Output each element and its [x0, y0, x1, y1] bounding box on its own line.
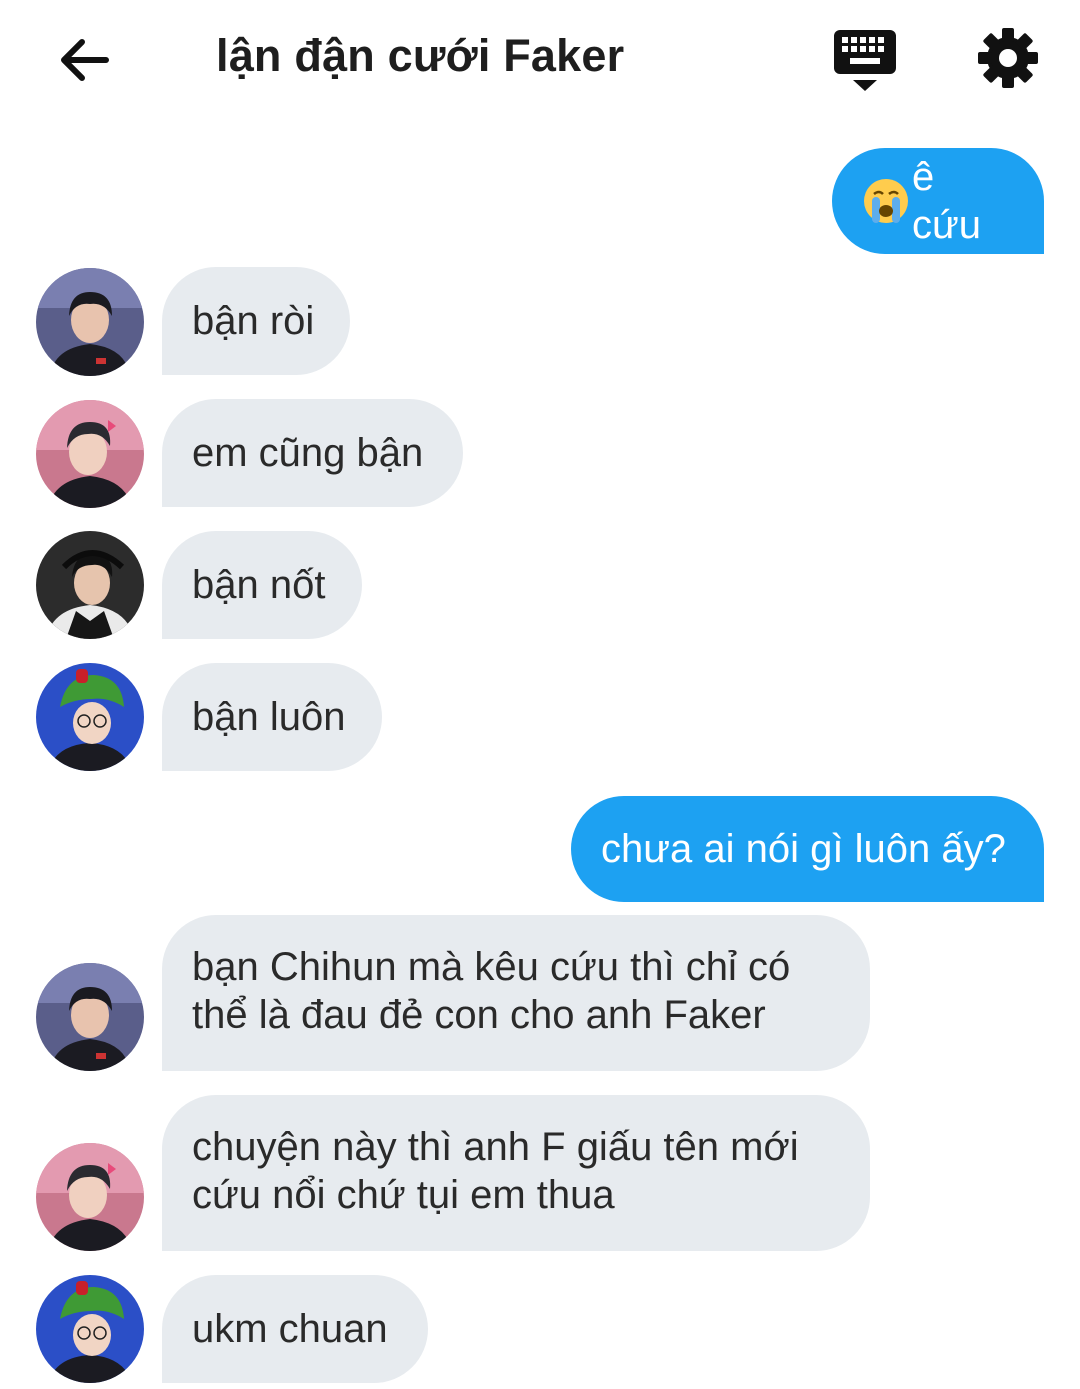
avatar-player-4[interactable]	[36, 663, 144, 771]
avatar-player-4[interactable]	[36, 1275, 144, 1383]
keyboard-button[interactable]	[832, 28, 898, 94]
message-text-line: chuyện này thì anh F giấu tên mới	[192, 1125, 799, 1169]
message-bubble-incoming[interactable]: bận luôn	[162, 663, 382, 771]
message-bubble-incoming[interactable]: bận nốt	[162, 531, 362, 639]
message-text: bận nốt	[192, 563, 326, 607]
gear-icon	[978, 28, 1038, 88]
message-text: ê cứu	[912, 155, 982, 247]
keyboard-icon	[834, 30, 896, 91]
message-bubble-outgoing[interactable]: ê cứu	[832, 148, 1044, 254]
back-button[interactable]	[52, 28, 116, 92]
message-text: chưa ai nói gì luôn ấy?	[601, 827, 1006, 871]
conversation-title: lận đận cưới Faker	[216, 30, 625, 81]
message-bubble-incoming[interactable]: bận ròi	[162, 267, 350, 375]
message-bubble-incoming[interactable]: em cũng bận	[162, 399, 463, 507]
message-bubble-incoming[interactable]: bạn Chihun mà kêu cứu thì chỉ có thể là …	[162, 915, 870, 1071]
message-text-line: thể là đau đẻ con cho anh Faker	[192, 993, 766, 1037]
message-bubble-incoming[interactable]: chuyện này thì anh F giấu tên mới cứu nổ…	[162, 1095, 870, 1251]
settings-button[interactable]	[976, 26, 1040, 90]
avatar-player-1[interactable]	[36, 268, 144, 376]
avatar-player-3[interactable]	[36, 531, 144, 639]
arrow-left-icon	[61, 39, 109, 81]
message-text: em cũng bận	[192, 431, 424, 475]
avatar-player-2[interactable]	[36, 400, 144, 508]
message-bubble-outgoing[interactable]: chưa ai nói gì luôn ấy?	[571, 796, 1044, 902]
chat-header: lận đận cưới Faker	[0, 0, 1080, 118]
avatar-player-1[interactable]	[36, 963, 144, 1071]
message-text: ukm chuan	[192, 1307, 388, 1351]
loudly-crying-face-icon	[862, 177, 910, 225]
message-text: bận luôn	[192, 695, 346, 739]
message-text-line: cứu nổi chứ tụi em thua	[192, 1173, 615, 1217]
avatar-player-2[interactable]	[36, 1143, 144, 1251]
message-text: bận ròi	[192, 299, 315, 343]
message-text-line: bạn Chihun mà kêu cứu thì chỉ có	[192, 945, 791, 989]
message-bubble-incoming[interactable]: ukm chuan	[162, 1275, 428, 1383]
